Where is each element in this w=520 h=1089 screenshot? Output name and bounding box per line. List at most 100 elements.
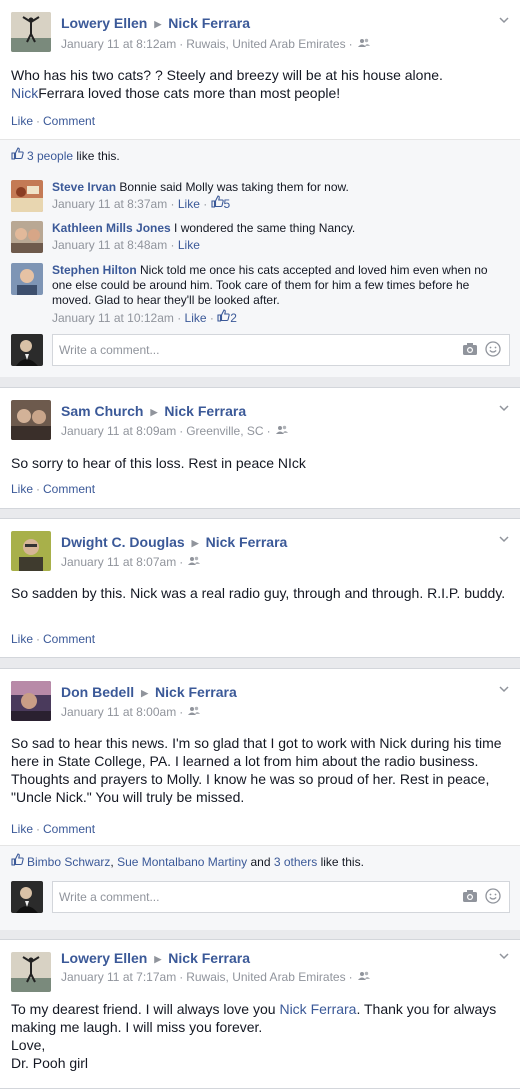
- comment-text: Kathleen Mills Jones I wondered the same…: [52, 221, 502, 236]
- emoji-smile-icon[interactable]: [485, 888, 501, 904]
- post-location[interactable]: Ruwais, United Arab Emirates: [186, 970, 345, 984]
- comment-timestamp[interactable]: January 11 at 8:48am: [52, 238, 167, 252]
- post-text: To my dearest friend. I will always love…: [11, 1001, 280, 1017]
- liker-link[interactable]: Sue Montalbano Martiny: [117, 855, 247, 869]
- target-name[interactable]: Nick Ferrara: [206, 534, 288, 550]
- author-avatar[interactable]: [11, 400, 51, 440]
- chevron-down-icon[interactable]: [498, 402, 510, 414]
- post-location[interactable]: Ruwais, United Arab Emirates: [186, 37, 345, 51]
- post-lowery-ellen-2: Lowery Ellen ▶ Nick Ferrara January 11 at …: [0, 939, 520, 1089]
- post-body: To my dearest friend. I will always love…: [11, 1000, 506, 1072]
- others-link[interactable]: 3 others: [274, 855, 317, 869]
- author-name[interactable]: Dwight C. Douglas: [61, 534, 185, 550]
- friends-audience-icon[interactable]: [188, 555, 201, 569]
- write-comment-row: Write a comment...: [11, 334, 510, 366]
- target-name[interactable]: Nick Ferrara: [168, 15, 250, 31]
- likers-link[interactable]: 3 people: [27, 149, 73, 163]
- commenter-name[interactable]: Steve Irvan: [52, 180, 116, 194]
- post-header-names: Sam Church ▶ Nick Ferrara: [61, 403, 246, 419]
- thumbs-up-icon: [210, 195, 224, 211]
- current-user-avatar: [11, 334, 43, 366]
- post-signature: Dr. Pooh girl: [11, 1055, 89, 1071]
- comment-like-button[interactable]: Like: [178, 197, 200, 211]
- comment-input[interactable]: Write a comment...: [52, 881, 510, 913]
- author-avatar[interactable]: [11, 681, 51, 721]
- author-name[interactable]: Lowery Ellen: [61, 950, 147, 966]
- author-avatar[interactable]: [11, 531, 51, 571]
- post-header-names: Dwight C. Douglas ▶ Nick Ferrara: [61, 534, 287, 550]
- comment-button[interactable]: Comment: [43, 482, 95, 496]
- commenter-avatar[interactable]: [11, 221, 43, 253]
- comment-button[interactable]: Comment: [43, 632, 95, 646]
- friends-audience-icon[interactable]: [357, 37, 370, 51]
- post-timestamp[interactable]: January 11 at 7:17am: [61, 970, 176, 984]
- comments-section: 3 people like this. Steve Irvan Bonnie s…: [0, 139, 520, 377]
- comment-timestamp[interactable]: January 11 at 10:12am: [52, 311, 174, 325]
- post-signoff: Love,: [11, 1037, 46, 1053]
- triangle-arrow-icon: ▶: [141, 688, 149, 698]
- liker-link[interactable]: Bimbo Schwarz: [27, 855, 110, 869]
- post-location[interactable]: Greenville, SC: [186, 424, 263, 438]
- target-name[interactable]: Nick Ferrara: [168, 950, 250, 966]
- target-name[interactable]: Nick Ferrara: [164, 403, 246, 419]
- comment-body: I wondered the same thing Nancy.: [174, 221, 356, 235]
- chevron-down-icon[interactable]: [498, 533, 510, 545]
- comment-button[interactable]: Comment: [43, 822, 95, 836]
- friends-audience-icon[interactable]: [188, 705, 201, 719]
- like-button[interactable]: Like: [11, 632, 33, 646]
- chevron-down-icon[interactable]: [498, 683, 510, 695]
- mention-link[interactable]: Nick: [11, 85, 38, 101]
- commenter-avatar[interactable]: [11, 263, 43, 295]
- comment-like-count[interactable]: 5: [224, 197, 231, 211]
- author-avatar[interactable]: [11, 12, 51, 52]
- commenter-name[interactable]: Stephen Hilton: [52, 263, 137, 277]
- post-dwight-douglas: Dwight C. Douglas ▶ Nick Ferrara January 1…: [0, 518, 520, 658]
- post-timestamp[interactable]: January 11 at 8:00am: [61, 705, 176, 719]
- post-actions: Like · Comment: [11, 822, 96, 836]
- thumbs-up-icon: [11, 853, 24, 869]
- camera-icon[interactable]: [462, 342, 478, 356]
- post-header-names: Lowery Ellen ▶ Nick Ferrara: [61, 15, 250, 31]
- comment-text: Stephen Hilton Nick told me once his cat…: [52, 263, 502, 308]
- friends-audience-icon[interactable]: [357, 970, 370, 984]
- post-timestamp[interactable]: January 11 at 8:12am: [61, 37, 176, 51]
- commenter-avatar[interactable]: [11, 180, 43, 212]
- post-timestamp[interactable]: January 11 at 8:09am: [61, 424, 176, 438]
- comments-section: Bimbo Schwarz, Sue Montalbano Martiny an…: [0, 845, 520, 930]
- chevron-down-icon[interactable]: [498, 950, 510, 962]
- author-avatar[interactable]: [11, 952, 51, 992]
- chevron-down-icon[interactable]: [498, 14, 510, 26]
- post-text: Who has his two cats? ? Steely and breez…: [11, 67, 443, 83]
- like-button[interactable]: Like: [11, 822, 33, 836]
- author-name[interactable]: Lowery Ellen: [61, 15, 147, 31]
- like-button[interactable]: Like: [11, 114, 33, 128]
- commenter-name[interactable]: Kathleen Mills Jones: [52, 221, 171, 235]
- like-button[interactable]: Like: [11, 482, 33, 496]
- friends-audience-icon[interactable]: [275, 424, 288, 438]
- author-name[interactable]: Don Bedell: [61, 684, 134, 700]
- likes-and: and: [250, 855, 271, 870]
- post-timestamp[interactable]: January 11 at 8:07am: [61, 555, 176, 569]
- author-name[interactable]: Sam Church: [61, 403, 143, 419]
- camera-icon[interactable]: [462, 889, 478, 903]
- comment-button[interactable]: Comment: [43, 114, 95, 128]
- comment-like-button[interactable]: Like: [185, 311, 207, 325]
- mention-link[interactable]: Nick Ferrara: [279, 1001, 356, 1017]
- triangle-arrow-icon: ▶: [191, 538, 199, 548]
- comment-like-button[interactable]: Like: [178, 238, 200, 252]
- likes-suffix: like this.: [76, 149, 120, 164]
- comment-text: Steve Irvan Bonnie said Molly was taking…: [52, 180, 502, 195]
- emoji-smile-icon[interactable]: [485, 341, 501, 357]
- comment-input[interactable]: Write a comment...: [52, 334, 510, 366]
- comment-like-count[interactable]: 2: [230, 311, 237, 325]
- post-meta: January 11 at 8:09am · Greenville, SC ·: [61, 424, 288, 439]
- write-comment-row: Write a comment...: [11, 881, 510, 913]
- thumbs-up-icon: [11, 147, 24, 163]
- post-actions: Like · Comment: [11, 632, 96, 646]
- comment-timestamp[interactable]: January 11 at 8:37am: [52, 197, 167, 211]
- comment-meta: January 11 at 10:12am · Like · 2: [52, 309, 237, 327]
- target-name[interactable]: Nick Ferrara: [155, 684, 237, 700]
- comment-body: Bonnie said Molly was taking them for no…: [119, 180, 349, 194]
- post-text-cont: Ferrara loved those cats more than most …: [38, 85, 341, 101]
- thumbs-up-icon: [217, 309, 230, 325]
